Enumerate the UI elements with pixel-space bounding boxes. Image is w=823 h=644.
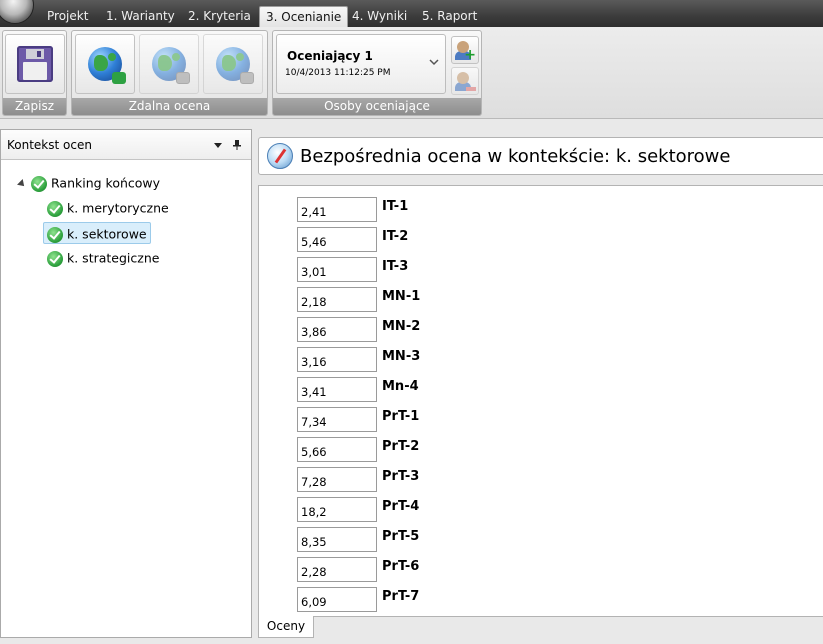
green-check-icon: [47, 200, 63, 217]
rating-value-input[interactable]: [297, 557, 377, 582]
remove-person-icon: [457, 72, 469, 84]
tree-node-label: k. merytoryczne: [67, 200, 169, 216]
rating-alternative-label: PrT-1: [382, 409, 420, 424]
rating-value-input[interactable]: [297, 437, 377, 462]
rating-value-input[interactable]: [297, 257, 377, 282]
rating-value-input[interactable]: [297, 197, 377, 222]
tab-projekt[interactable]: Projekt: [41, 6, 94, 27]
rating-alternative-label: PrT-6: [382, 559, 420, 574]
remove-assessor-button[interactable]: [451, 67, 479, 95]
rating-alternative-label: PrT-2: [382, 439, 420, 454]
rating-value-input[interactable]: [297, 377, 377, 402]
save-group-label: Zapisz: [3, 98, 66, 115]
context-panel-title: Kontekst ocen: [7, 138, 92, 152]
rating-value-input[interactable]: [297, 407, 377, 432]
rating-alternative-label: MN-2: [382, 319, 421, 334]
tree-node-label: k. sektorowe: [67, 226, 147, 242]
main-header: Bezpośrednia ocena w kontekście: k. sekt…: [258, 137, 823, 175]
tree-node-label: Ranking końcowy: [51, 175, 161, 191]
rating-alternative-label: PrT-3: [382, 469, 420, 484]
tree-node-root[interactable]: Ranking końcowy: [31, 172, 160, 194]
rating-alternative-label: PrT-4: [382, 499, 420, 514]
globe-download-icon: [88, 47, 126, 84]
remote-send-button[interactable]: [75, 34, 135, 94]
rating-value-input[interactable]: [297, 227, 377, 252]
ratings-panel: IT-1 IT-2 IT-3 MN-1 MN-2 MN-3 Mn-4 PrT-1 PrT-2 Pr…: [258, 185, 823, 617]
assessor-select[interactable]: Oceniający 1 10/4/2013 11:12:25 PM: [276, 34, 446, 94]
tree-expander-icon[interactable]: [17, 179, 27, 189]
remote-refresh-button[interactable]: [139, 34, 199, 94]
rating-value-input[interactable]: [297, 467, 377, 492]
rating-alternative-label: IT-1: [382, 199, 409, 214]
dropdown-arrow-icon[interactable]: [214, 143, 222, 148]
rating-value-input[interactable]: [297, 497, 377, 522]
remote-group-label: Zdalna ocena: [72, 98, 267, 115]
context-panel: Kontekst ocen Ranking końcowy k. merytor…: [0, 129, 252, 638]
tree-node-merytoryczne[interactable]: k. merytoryczne: [47, 197, 169, 219]
tree-node-label: k. strategiczne: [67, 250, 160, 266]
pin-icon[interactable]: [233, 140, 241, 150]
tree-node-sektorowe[interactable]: k. sektorowe: [43, 222, 151, 244]
tab-raport[interactable]: 5. Raport: [416, 6, 483, 27]
rating-value-input[interactable]: [297, 527, 377, 552]
tab-kryteria[interactable]: 2. Kryteria: [182, 6, 257, 27]
rating-alternative-label: MN-1: [382, 289, 421, 304]
tab-warianty[interactable]: 1. Warianty: [100, 6, 181, 27]
add-assessor-button[interactable]: +: [451, 36, 479, 64]
tree-node-strategiczne[interactable]: k. strategiczne: [47, 247, 159, 269]
ribbon: Zapisz Zdalna ocena Oceniający 1 10/4/20…: [0, 27, 823, 119]
rating-value-input[interactable]: [297, 587, 377, 612]
rating-alternative-label: IT-3: [382, 259, 409, 274]
save-button[interactable]: [5, 34, 65, 94]
globe-refresh-icon: [152, 47, 190, 84]
green-check-icon: [31, 175, 47, 192]
rating-alternative-label: PrT-5: [382, 529, 420, 544]
rating-alternative-label: MN-3: [382, 349, 421, 364]
tab-oceny[interactable]: Oceny: [258, 616, 314, 638]
remote-assessment-group: Zdalna ocena: [71, 30, 268, 116]
assessors-group-label: Osoby oceniające: [273, 98, 481, 115]
remote-link-button[interactable]: [203, 34, 263, 94]
context-panel-header: Kontekst ocen: [1, 130, 251, 160]
assessor-date: 10/4/2013 11:12:25 PM: [285, 68, 391, 78]
rating-value-input[interactable]: [297, 287, 377, 312]
assessors-group: Oceniający 1 10/4/2013 11:12:25 PM + Oso…: [272, 30, 482, 116]
assessor-name: Oceniający 1: [287, 49, 373, 63]
green-check-icon: [47, 250, 63, 267]
rating-alternative-label: IT-2: [382, 229, 409, 244]
app-menu-orb-icon[interactable]: [0, 0, 34, 24]
rating-value-input[interactable]: [297, 347, 377, 372]
tab-wyniki[interactable]: 4. Wyniki: [346, 6, 413, 27]
chevron-down-icon: [429, 59, 439, 66]
green-check-icon: [47, 226, 63, 243]
rating-value-input[interactable]: [297, 317, 377, 342]
tab-ocenianie[interactable]: 3. Ocenianie: [259, 6, 349, 27]
compass-icon: [267, 143, 293, 169]
page-title: Bezpośrednia ocena w kontekście: k. sekt…: [300, 146, 731, 167]
globe-link-icon: [216, 47, 254, 84]
save-group: Zapisz: [2, 30, 67, 116]
floppy-disk-icon: [17, 46, 53, 82]
ribbon-tab-strip: Projekt 1. Warianty 2. Kryteria 3. Oceni…: [0, 0, 823, 27]
rating-alternative-label: Mn-4: [382, 379, 419, 394]
rating-alternative-label: PrT-7: [382, 589, 420, 604]
